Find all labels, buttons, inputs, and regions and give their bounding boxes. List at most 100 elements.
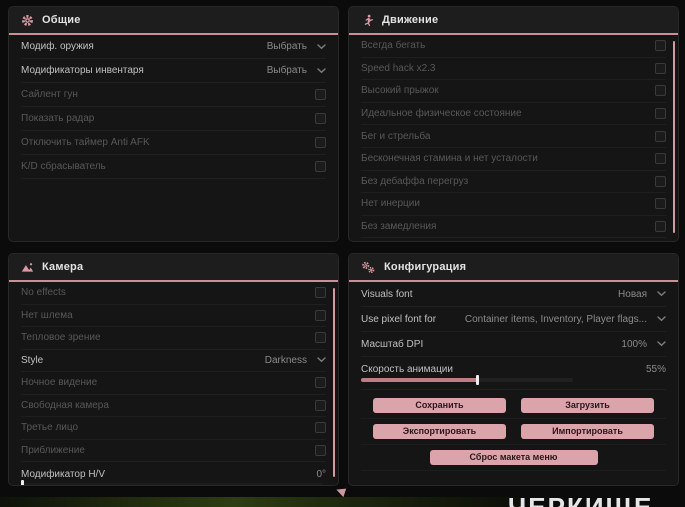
slider-value: 55%	[645, 364, 666, 375]
button-row: Экспортировать Импортировать	[361, 419, 666, 445]
checkbox[interactable]	[315, 113, 326, 124]
row-label: Третье лицо	[21, 422, 79, 434]
row-checkbox: No effects	[21, 282, 326, 305]
row-label: Всегда бегать	[361, 40, 426, 52]
dropdown[interactable]: Выбрать	[267, 41, 326, 52]
panel-movement-body: Всегда бегать Speed hack x2.3 Высокий прыж…	[349, 35, 678, 239]
panel-camera-header[interactable]: Камера	[9, 254, 338, 282]
checkbox[interactable]	[315, 332, 326, 344]
row-label: Без дебаффа перегруз	[361, 175, 469, 187]
panel-config-header[interactable]: Конфигурация	[349, 254, 678, 282]
checkbox[interactable]	[315, 161, 326, 172]
checkbox[interactable]	[655, 85, 666, 97]
import-button[interactable]: Импортировать	[521, 424, 654, 439]
row-label: Ночное видение	[21, 377, 98, 389]
camera-scrollbar[interactable]	[333, 288, 335, 477]
panel-camera-body: No effects Нет шлема Тепловое зрение Style D…	[9, 282, 338, 485]
checkbox[interactable]	[655, 62, 666, 74]
row-checkbox: Нет шлема	[21, 305, 326, 327]
row-label: Style	[21, 354, 44, 366]
row-label: Нет инерции	[361, 198, 420, 210]
export-button[interactable]: Экспортировать	[373, 424, 506, 439]
row-checkbox: Всегда бегать	[361, 35, 666, 58]
save-button[interactable]: Сохранить	[373, 398, 506, 413]
screen: ЧЕРКИЩЕ Общие Модиф. оружия Выбрать Модифи…	[0, 0, 685, 507]
load-button[interactable]: Загрузить	[521, 398, 654, 413]
dropdown[interactable]: Container items, Inventory, Player flags…	[465, 314, 666, 325]
row-label: Без замедления	[361, 221, 437, 233]
movement-scrollbar[interactable]	[673, 41, 675, 233]
checkbox[interactable]	[315, 287, 326, 299]
row-dropdown: Visuals font Новая	[361, 282, 666, 307]
row-label: Показать радар	[21, 113, 95, 124]
chevron-down-icon	[657, 316, 666, 322]
chevron-down-icon	[317, 67, 326, 73]
checkbox[interactable]	[315, 137, 326, 148]
location-text: ЧЕРКИЩЕ	[508, 492, 654, 507]
row-label: Свободная камера	[21, 399, 109, 411]
checkbox[interactable]	[655, 153, 666, 165]
panel-camera: Камера No effects Нет шлема Тепловое зрени…	[8, 253, 339, 486]
row-label: Модиф. оружия	[21, 41, 94, 52]
runner-icon	[361, 14, 374, 27]
row-label: Модификаторы инвентаря	[21, 65, 144, 76]
panel-movement: Движение Всегда бегать Speed hack x2.3 Выс…	[348, 6, 679, 242]
row-checkbox: K/D сбрасыватель	[21, 155, 326, 179]
row-checkbox: Без дебаффа перегруз	[361, 171, 666, 194]
row-dropdown: Масштаб DPI 100%	[361, 332, 666, 357]
dropdown[interactable]: 100%	[621, 339, 666, 350]
slider-handle[interactable]	[475, 375, 479, 385]
row-checkbox: Отключить таймер Anti AFK	[21, 131, 326, 155]
checkbox[interactable]	[655, 221, 666, 233]
row-checkbox: Бег и стрельба	[361, 125, 666, 148]
cursor-icon	[334, 485, 347, 498]
dropdown[interactable]: Darkness	[265, 355, 326, 366]
dropdown[interactable]: Новая	[618, 289, 666, 300]
row-checkbox: Сайлент гун	[21, 83, 326, 107]
checkbox[interactable]	[315, 377, 326, 389]
row-checkbox: Speed hack x2.3	[361, 58, 666, 81]
row-label: Отключить таймер Anti AFK	[21, 137, 150, 148]
panel-title: Движение	[382, 14, 439, 26]
dropdown-value: Darkness	[264, 354, 307, 366]
dropdown-value: Выбрать	[266, 41, 307, 52]
checkbox[interactable]	[315, 444, 326, 456]
checkbox[interactable]	[315, 399, 326, 411]
checkbox[interactable]	[655, 175, 666, 187]
row-checkbox: Третье лицо	[21, 417, 326, 440]
row-label: Сайлент гун	[21, 89, 78, 100]
checkbox[interactable]	[315, 309, 326, 321]
slider-fill	[361, 378, 478, 382]
row-label: Speed hack x2.3	[361, 62, 436, 74]
panel-general-header[interactable]: Общие	[9, 7, 338, 35]
panel-title: Конфигурация	[384, 261, 467, 273]
dropdown-value: Новая	[618, 288, 647, 300]
checkbox[interactable]	[655, 40, 666, 52]
panel-movement-header[interactable]: Движение	[349, 7, 678, 35]
panel-title: Общие	[42, 14, 81, 26]
checkbox[interactable]	[655, 130, 666, 142]
checkbox[interactable]	[655, 108, 666, 120]
slider-track[interactable]	[361, 375, 573, 385]
gear-icon	[21, 14, 34, 27]
slider-track[interactable]	[21, 479, 323, 485]
row-dropdown: Use pixel font for Container items, Inven…	[361, 307, 666, 332]
row-checkbox: Ночное видение	[21, 372, 326, 395]
checkbox[interactable]	[315, 89, 326, 100]
chevron-down-icon	[657, 291, 666, 297]
config-buttons: Сохранить Загрузить Экспортировать Импортир…	[349, 390, 678, 471]
row-label: Бесконечная стамина и нет усталости	[361, 153, 538, 165]
row-checkbox: Тепловое зрение	[21, 327, 326, 350]
checkbox[interactable]	[315, 422, 326, 434]
row-slider: Модификатор H/V 0°	[21, 462, 326, 485]
reset-menu-layout-button[interactable]: Сброс макета меню	[429, 450, 598, 465]
slider-handle[interactable]	[21, 479, 24, 485]
dropdown[interactable]: Выбрать	[267, 65, 326, 76]
row-checkbox: Свободная камера	[21, 395, 326, 417]
row-dropdown: Модиф. оружия Выбрать	[21, 35, 326, 59]
checkbox[interactable]	[655, 198, 666, 210]
dropdown-value: 100%	[621, 338, 647, 350]
row-checkbox: Нет инерции	[361, 193, 666, 216]
row-label: Use pixel font for	[361, 313, 437, 325]
row-checkbox: Высокий прыжок	[361, 80, 666, 103]
